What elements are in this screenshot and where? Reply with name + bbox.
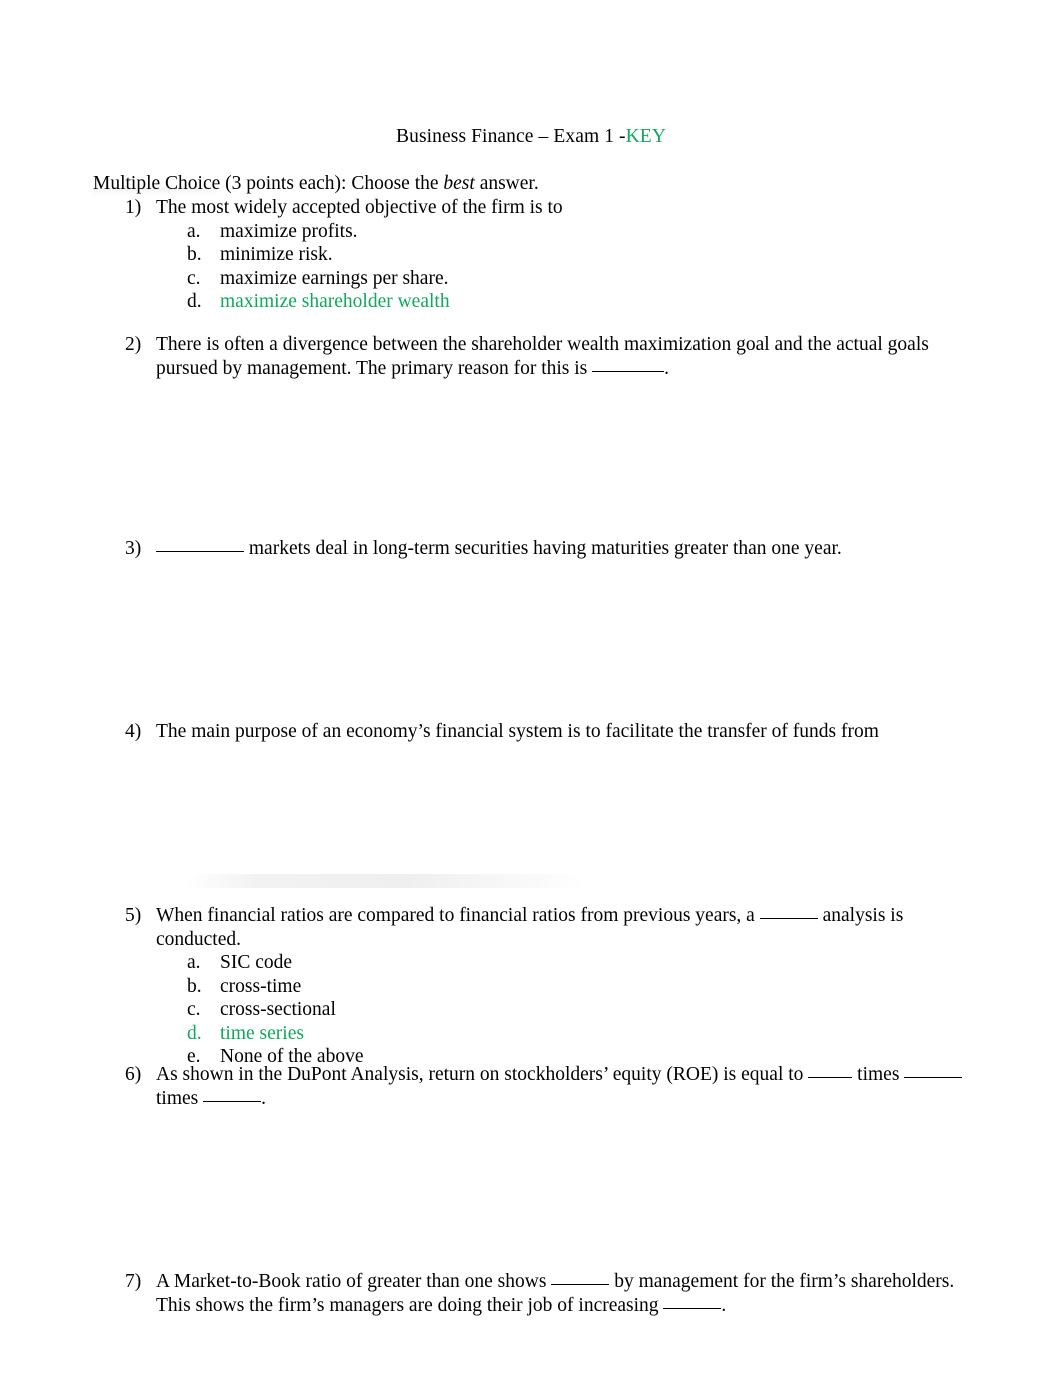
question-2: 2) There is often a divergence between t… [125, 333, 973, 380]
question-4-number: 4) [125, 721, 142, 742]
question-2-text: There is often a divergence between the … [156, 333, 973, 380]
option-text: cross-time [220, 975, 302, 997]
question-2-prompt: 2) There is often a divergence between t… [125, 333, 973, 380]
question-6-line1-mid: times [852, 1064, 905, 1085]
option-letter: a. [187, 220, 201, 242]
question-1-prompt: 1) The most widely accepted objective of… [125, 196, 973, 220]
question-7-number: 7) [125, 1271, 142, 1292]
page-title-key-label: KEY [625, 126, 667, 147]
answer-blank [156, 551, 244, 552]
question-5-number: 5) [125, 905, 142, 926]
question-3: 3) markets deal in long-term securities … [125, 537, 973, 561]
question-7-line1-prefix: A Market-to-Book ratio of greater than o… [156, 1271, 552, 1292]
question-5-text-prefix: When financial ratios are compared to fi… [156, 905, 760, 926]
question-1-option-d-answer[interactable]: d. maximize shareholder wealth [187, 290, 973, 314]
answer-blank [904, 1077, 963, 1078]
option-letter: b. [187, 244, 202, 265]
instructions-prefix: Multiple Choice (3 points each): Choose … [93, 173, 444, 194]
option-text: maximize profits. [220, 220, 358, 242]
question-4-prompt: 4) The main purpose of an economy’s fina… [125, 720, 973, 744]
page-title-main: Business Finance – Exam 1 - [395, 126, 626, 147]
question-3-prompt: 3) markets deal in long-term securities … [125, 537, 973, 561]
question-2-number: 2) [125, 334, 142, 355]
question-5: 5) When financial ratios are compared to… [125, 904, 973, 1069]
answer-blank [759, 918, 818, 919]
option-text: minimize risk. [220, 244, 333, 265]
option-text: maximize shareholder wealth [220, 291, 450, 312]
question-1-number: 1) [125, 197, 142, 218]
answer-blank [808, 1077, 853, 1078]
question-5-prompt: 5) When financial ratios are compared to… [125, 904, 973, 951]
option-text: time series [220, 1022, 304, 1044]
instructions-line: Multiple Choice (3 points each): Choose … [93, 172, 539, 195]
option-letter: c. [187, 999, 201, 1020]
answer-blank [551, 1284, 610, 1285]
question-6-text: As shown in the DuPont Analysis, return … [156, 1063, 973, 1110]
question-4: 4) The main purpose of an economy’s fina… [125, 720, 973, 744]
question-6-number: 6) [125, 1064, 142, 1085]
question-6: 6) As shown in the DuPont Analysis, retu… [125, 1063, 973, 1110]
question-6-prompt: 6) As shown in the DuPont Analysis, retu… [125, 1063, 973, 1110]
question-6-line2-prefix: times [156, 1087, 204, 1109]
answer-blank [203, 1100, 262, 1102]
page-title: Business Finance – Exam 1 -KEY [0, 125, 1062, 148]
question-7-text: A Market-to-Book ratio of greater than o… [156, 1270, 973, 1317]
question-7-prompt: 7) A Market-to-Book ratio of greater tha… [125, 1270, 973, 1317]
question-7: 7) A Market-to-Book ratio of greater tha… [125, 1270, 973, 1317]
question-5-option-d-answer[interactable]: d. time series [187, 1022, 973, 1046]
exam-document-page: Business Finance – Exam 1 -KEY Multiple … [0, 0, 1062, 1377]
answer-blank [663, 1307, 722, 1309]
question-1-option-a[interactable]: a. maximize profits. [187, 220, 973, 244]
question-1-options: a. maximize profits. b. minimize risk. c… [125, 220, 973, 314]
option-letter: b. [187, 975, 202, 997]
question-1: 1) The most widely accepted objective of… [125, 196, 973, 314]
question-1-option-c[interactable]: c. maximize earnings per share. [187, 267, 973, 291]
question-1-option-b[interactable]: b. minimize risk. [187, 243, 973, 267]
option-text: maximize earnings per share. [220, 267, 449, 289]
instructions-emphasis: best [443, 173, 475, 194]
question-2-line2-prefix: by management. The primary reason for th… [222, 357, 593, 379]
question-5-options: a. SIC code b. cross-time c. cross-secti… [125, 951, 973, 1069]
question-4-text: The main purpose of an economy’s financi… [156, 721, 879, 742]
question-5-option-b[interactable]: b. cross-time [187, 975, 973, 999]
redaction-smudge-mid [185, 874, 585, 888]
instructions-suffix: answer. [474, 173, 539, 194]
question-7-line1-suffix: by management for the firm’s shareholder… [609, 1271, 955, 1292]
question-5-text: When financial ratios are compared to fi… [156, 904, 973, 951]
option-text: cross-sectional [220, 999, 336, 1020]
question-2-line2-suffix: . [664, 357, 670, 379]
option-letter: a. [187, 952, 201, 973]
question-3-text: markets deal in long-term securities hav… [156, 537, 973, 561]
answer-blank [592, 370, 665, 372]
question-5-option-c[interactable]: c. cross-sectional [187, 998, 973, 1022]
question-6-line1-prefix: As shown in the DuPont Analysis, return … [156, 1064, 809, 1085]
question-5-option-a[interactable]: a. SIC code [187, 951, 973, 975]
question-6-line2-suffix: . [261, 1087, 266, 1109]
option-letter: c. [187, 267, 201, 289]
question-3-text-suffix: markets deal in long-term securities hav… [244, 538, 842, 559]
question-7-line2-prefix: This shows the firm’s managers are doing… [156, 1294, 664, 1316]
question-7-line2-suffix: . [721, 1294, 727, 1316]
option-letter: d. [187, 1022, 202, 1044]
option-letter: d. [187, 291, 202, 312]
option-text: SIC code [220, 952, 293, 973]
question-3-number: 3) [125, 538, 142, 559]
question-1-text: The most widely accepted objective of th… [156, 197, 563, 218]
